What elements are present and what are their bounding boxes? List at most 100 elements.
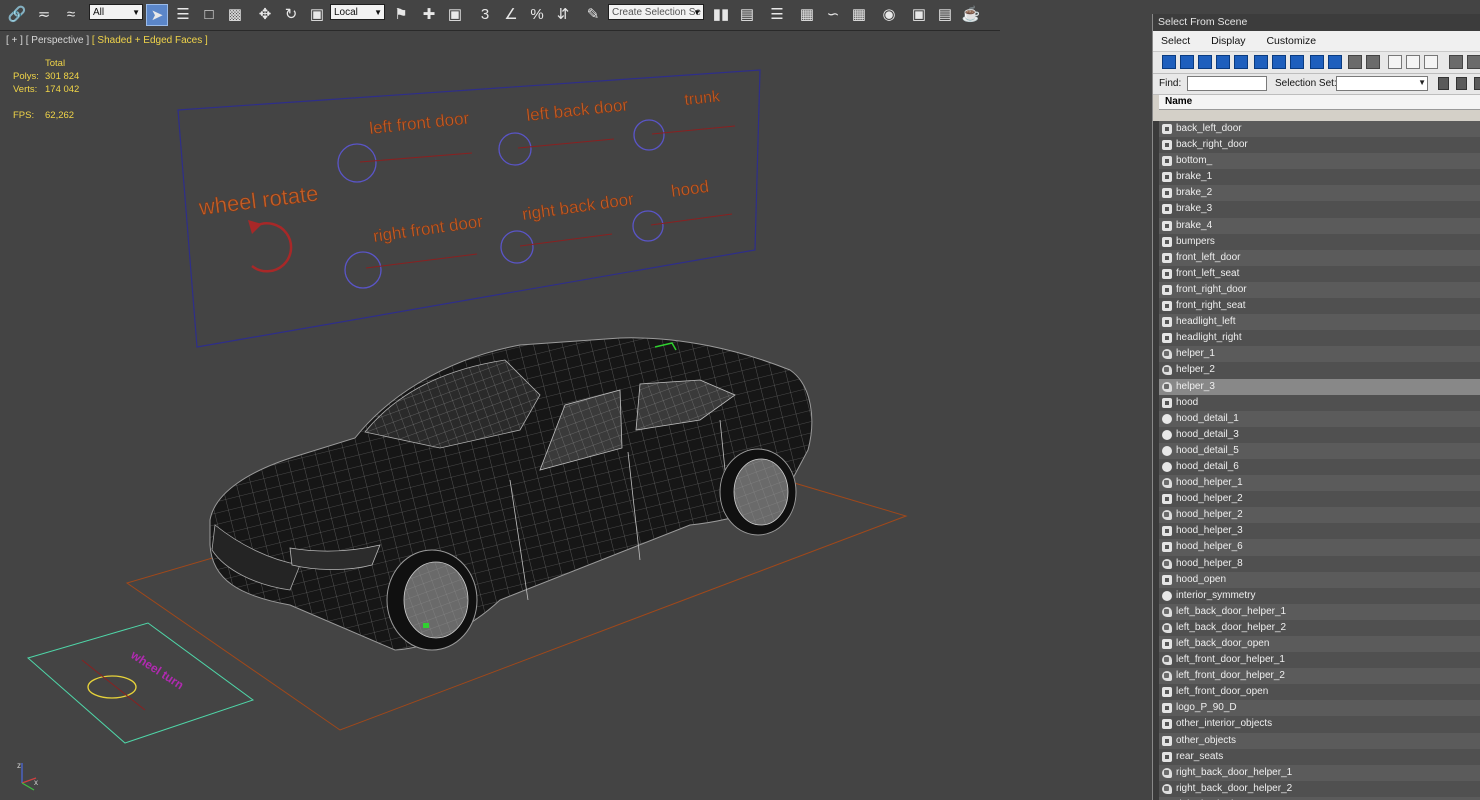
list-item[interactable]: back_right_door bbox=[1159, 137, 1480, 154]
list-item[interactable]: headlight_right bbox=[1159, 330, 1480, 347]
list-item[interactable]: hood_helper_2 bbox=[1159, 491, 1480, 508]
snap-toggle-icon[interactable]: 3 bbox=[474, 4, 496, 26]
list-item[interactable]: front_right_door bbox=[1159, 281, 1480, 299]
list-item[interactable]: left_back_door_open bbox=[1159, 636, 1480, 653]
right-back-door-control-circle[interactable] bbox=[500, 230, 534, 264]
menu-select[interactable]: Select bbox=[1161, 35, 1190, 47]
display-helpers-icon[interactable] bbox=[1234, 55, 1248, 69]
list-item[interactable]: hood_helper_8 bbox=[1159, 555, 1480, 572]
selection-filter-dropdown[interactable]: All ▼ bbox=[89, 4, 143, 20]
display-bones-icon[interactable] bbox=[1310, 55, 1324, 69]
viewport-label[interactable]: [ + ] [ Perspective ] [ Shaded + Edged F… bbox=[6, 35, 208, 46]
right-front-door-control-circle[interactable] bbox=[344, 251, 382, 289]
list-item[interactable]: front_left_door bbox=[1159, 249, 1480, 266]
list-item[interactable]: rear_seats bbox=[1159, 748, 1480, 765]
scene-object-list[interactable]: back_left_door back_right_door bottom_ brak… bbox=[1159, 121, 1480, 800]
list-item[interactable]: brake_1 bbox=[1159, 169, 1480, 186]
list-item[interactable]: hood_helper_6 bbox=[1159, 539, 1480, 556]
select-and-scale-icon[interactable]: ▣ bbox=[306, 4, 328, 26]
rendered-frame-window-icon[interactable]: ▤ bbox=[934, 4, 956, 26]
list-item[interactable]: interior_symmetry bbox=[1159, 587, 1480, 604]
keyboard-shortcut-override-icon[interactable]: ▣ bbox=[444, 4, 466, 26]
select-manipulate-icon[interactable]: ✚ bbox=[418, 4, 440, 26]
trunk-control-circle[interactable] bbox=[633, 119, 665, 151]
list-item[interactable]: logo_P_90_D bbox=[1159, 700, 1480, 717]
left-back-door-control-circle[interactable] bbox=[498, 132, 532, 166]
menu-customize[interactable]: Customize bbox=[1266, 35, 1316, 47]
viewport-plus-menu[interactable]: [ + ] bbox=[6, 35, 23, 46]
create-selection-set-icon[interactable] bbox=[1438, 77, 1449, 90]
list-item[interactable]: hood_detail_3 bbox=[1159, 426, 1480, 443]
list-item[interactable]: hood_open bbox=[1159, 571, 1480, 588]
wheel-turn-control-ellipse[interactable] bbox=[87, 675, 137, 699]
list-item[interactable]: other_interior_objects bbox=[1159, 716, 1480, 733]
display-invert-icon[interactable] bbox=[1424, 55, 1438, 69]
align-icon[interactable]: ▤ bbox=[736, 4, 758, 26]
column-header-name[interactable]: Name bbox=[1159, 95, 1480, 110]
list-item[interactable]: brake_3 bbox=[1159, 201, 1480, 218]
curve-editor-icon[interactable]: ∽ bbox=[822, 4, 844, 26]
menu-display[interactable]: Display bbox=[1211, 35, 1245, 47]
list-item[interactable]: left_back_door_helper_1 bbox=[1159, 603, 1480, 620]
select-and-move-icon[interactable]: ✥ bbox=[254, 4, 276, 26]
list-item[interactable]: front_right_seat bbox=[1159, 298, 1480, 315]
list-item[interactable]: left_front_door_helper_2 bbox=[1159, 668, 1480, 685]
display-lights-icon[interactable] bbox=[1198, 55, 1212, 69]
material-editor-icon[interactable]: ◉ bbox=[878, 4, 900, 26]
display-space-warps-icon[interactable] bbox=[1254, 55, 1268, 69]
wheel-helper-gizmo[interactable] bbox=[423, 623, 429, 628]
car-model[interactable] bbox=[209, 337, 813, 651]
sort-icon[interactable] bbox=[1467, 55, 1480, 69]
list-item[interactable]: other_objects bbox=[1159, 732, 1480, 749]
list-item[interactable]: bottom_ bbox=[1159, 153, 1480, 170]
find-input[interactable] bbox=[1187, 76, 1267, 91]
display-cameras-icon[interactable] bbox=[1216, 55, 1230, 69]
viewport-view-menu[interactable]: [ Perspective ] bbox=[26, 35, 89, 46]
list-item[interactable]: hood_detail_6 bbox=[1159, 458, 1480, 476]
list-item[interactable]: helper_3 bbox=[1159, 378, 1480, 395]
list-item[interactable]: hood_helper_3 bbox=[1159, 523, 1480, 540]
render-setup-icon[interactable]: ▣ bbox=[908, 4, 930, 26]
display-hidden-icon[interactable] bbox=[1366, 55, 1380, 69]
window-crossing-icon[interactable]: ▩ bbox=[224, 4, 246, 26]
percent-snap-icon[interactable]: % bbox=[526, 4, 548, 26]
pivot-center-icon[interactable]: ⚑ bbox=[390, 4, 412, 26]
bind-space-warp-icon[interactable]: ≈ bbox=[60, 4, 82, 26]
rectangular-selection-icon[interactable]: □ bbox=[198, 4, 220, 26]
spinner-snap-icon[interactable]: ⇵ bbox=[552, 4, 574, 26]
list-item[interactable]: back_left_door bbox=[1159, 121, 1480, 138]
list-item[interactable]: hood_helper_1 bbox=[1159, 475, 1480, 492]
perspective-viewport[interactable]: wheel rotate left front door left back d… bbox=[0, 31, 1150, 800]
display-all-icon[interactable] bbox=[1388, 55, 1402, 69]
list-item[interactable]: hood_detail_5 bbox=[1159, 442, 1480, 459]
hood-control-circle[interactable] bbox=[632, 210, 664, 242]
display-frozen-icon[interactable] bbox=[1348, 55, 1362, 69]
named-selection-dropdown[interactable]: Create Selection Se ▼ bbox=[608, 4, 704, 20]
schematic-view-icon[interactable]: ▦ bbox=[848, 4, 870, 26]
display-groups-icon[interactable] bbox=[1272, 55, 1286, 69]
list-item[interactable]: right_back_door_helper_1 bbox=[1159, 764, 1480, 781]
select-and-link-icon[interactable]: 🔗 bbox=[6, 4, 28, 26]
left-front-door-control-circle[interactable] bbox=[337, 143, 377, 183]
edit-named-selection-icon[interactable]: ✎ bbox=[582, 4, 604, 26]
unlink-icon[interactable]: ≂ bbox=[33, 4, 55, 26]
display-shapes-icon[interactable] bbox=[1180, 55, 1194, 69]
list-item[interactable]: left_back_door_helper_2 bbox=[1159, 619, 1480, 636]
dialog-title-bar[interactable]: Select From Scene bbox=[1153, 14, 1480, 31]
reference-coordinate-dropdown[interactable]: Local ▼ bbox=[330, 4, 385, 20]
list-item[interactable]: brake_2 bbox=[1159, 185, 1480, 202]
viewport-shading-menu[interactable]: [ Shaded + Edged Faces ] bbox=[92, 35, 208, 46]
display-xrefs-icon[interactable] bbox=[1290, 55, 1304, 69]
list-item[interactable]: hood_helper_2 bbox=[1159, 507, 1480, 524]
display-geometry-icon[interactable] bbox=[1162, 55, 1176, 69]
mirror-icon[interactable]: ▮▮ bbox=[710, 4, 732, 26]
select-and-rotate-icon[interactable]: ↻ bbox=[280, 4, 302, 26]
layer-manager-icon[interactable]: ☰ bbox=[766, 4, 788, 26]
list-item[interactable]: helper_1 bbox=[1159, 346, 1480, 363]
selection-set-dropdown[interactable]: ▼ bbox=[1336, 76, 1428, 91]
list-item[interactable]: left_front_door_open bbox=[1159, 684, 1480, 701]
list-item[interactable]: helper_2 bbox=[1159, 362, 1480, 379]
list-item[interactable]: left_front_door_helper_1 bbox=[1159, 652, 1480, 669]
filter-icon[interactable] bbox=[1449, 55, 1463, 69]
angle-snap-icon[interactable]: ∠ bbox=[500, 4, 522, 26]
